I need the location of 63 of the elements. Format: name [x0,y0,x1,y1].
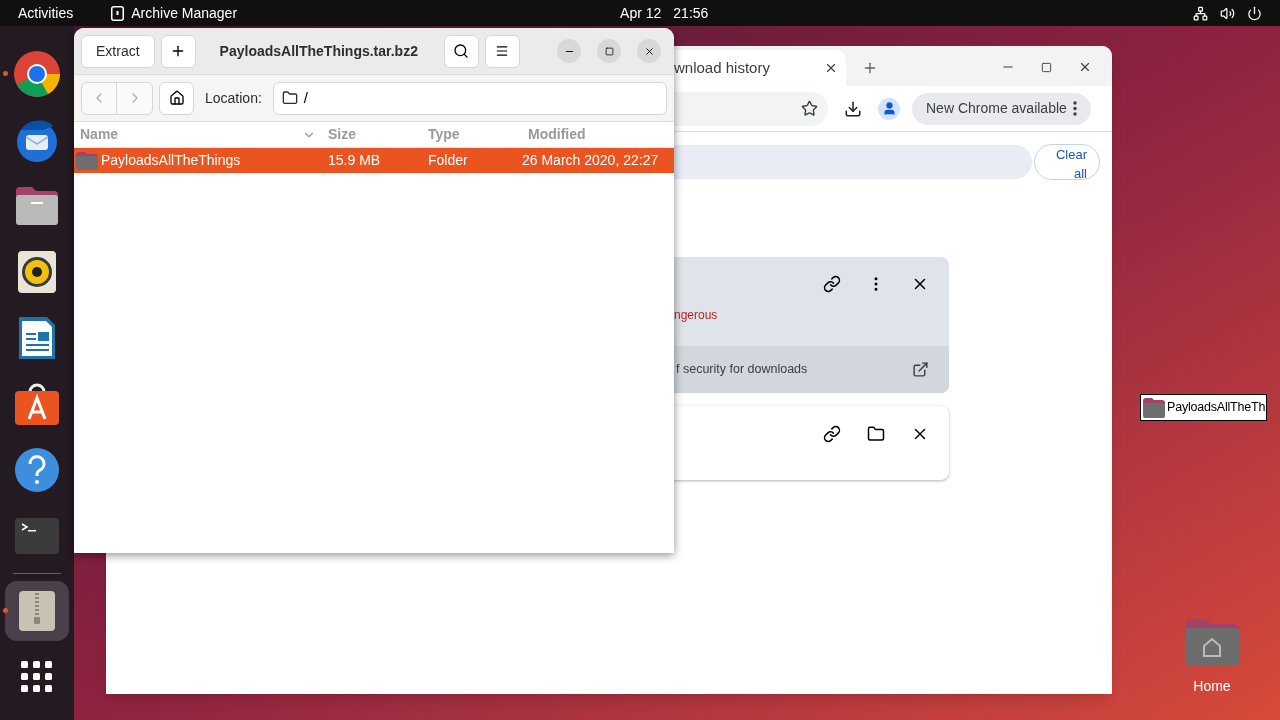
archive-icon [111,5,125,21]
folder-icon[interactable] [867,425,885,443]
app-grid-icon [21,661,53,693]
folder-icon [75,150,99,171]
menu-button[interactable] [484,34,520,68]
extract-button[interactable]: Extract [81,34,155,68]
shopping-bag-icon [14,382,60,426]
network-icon[interactable] [1193,5,1208,21]
desktop-icon[interactable]: PayloadsAllTheTh [1140,394,1268,421]
menu-icon [495,44,510,58]
more-icon [1072,101,1077,116]
folder-icon [281,90,298,106]
add-button[interactable] [160,34,196,68]
profile-icon[interactable] [881,101,897,116]
star-icon[interactable] [801,100,818,117]
desktop-icon[interactable]: Home [1182,616,1242,697]
home-icon [168,90,185,106]
close-icon [643,45,655,57]
location-field[interactable]: / [272,81,667,115]
terminal-icon [14,517,60,555]
link-icon[interactable] [823,425,841,443]
new-tab-icon[interactable] [862,60,878,76]
maximize-icon[interactable] [1041,61,1052,73]
search-button[interactable] [443,34,479,68]
app-name[interactable]: Archive Manager [131,2,238,24]
download-status: ngerous [674,307,719,324]
download-icon[interactable] [844,99,862,118]
update-button[interactable]: New Chrome available [912,92,1091,125]
location-label: Location: [205,88,262,108]
dock-item[interactable] [5,581,69,641]
file-name: PayloadsAllTheThings [101,151,241,170]
time[interactable]: 21:56 [673,2,709,24]
folder-icon [14,185,60,227]
home-button[interactable] [159,81,194,115]
link-icon[interactable] [823,275,841,293]
search-icon [453,43,470,59]
file-type: Folder [427,151,469,170]
volume-icon[interactable] [1220,5,1235,21]
close-icon[interactable] [824,61,838,75]
external-link-icon[interactable] [912,361,929,378]
window-title: PayloadsAllTheThings.tar.bz2 [219,41,418,61]
help-icon [14,447,60,493]
clear-all-button[interactable]: Clear all [1034,144,1100,180]
maximize-button[interactable] [597,39,621,63]
home-folder-icon [1183,616,1241,668]
browser-icon [13,50,61,98]
date[interactable]: Apr 12 [620,2,662,24]
folder-icon [1142,396,1166,419]
maximize-icon [604,46,614,56]
power-icon[interactable] [1247,5,1262,21]
browser-tab[interactable]: wnload history [674,50,846,86]
close-button[interactable] [637,39,661,63]
archive-icon [18,590,56,632]
file-row[interactable]: PayloadsAllTheThings 15.9 MB Folder 26 March 2020, 22:27 [74,148,674,173]
file-modified: 26 March 2020, 22:27 [522,151,660,170]
file-size: 15.9 MB [327,151,382,170]
speaker-icon [17,250,57,294]
activities-button[interactable]: Activities [18,2,74,24]
icon-label: PayloadsAllTheTh [1167,399,1266,417]
close-icon[interactable] [1078,60,1092,74]
security-text: f security for downloads [676,361,809,379]
document-icon [17,315,57,361]
search-field[interactable] [674,145,1032,179]
